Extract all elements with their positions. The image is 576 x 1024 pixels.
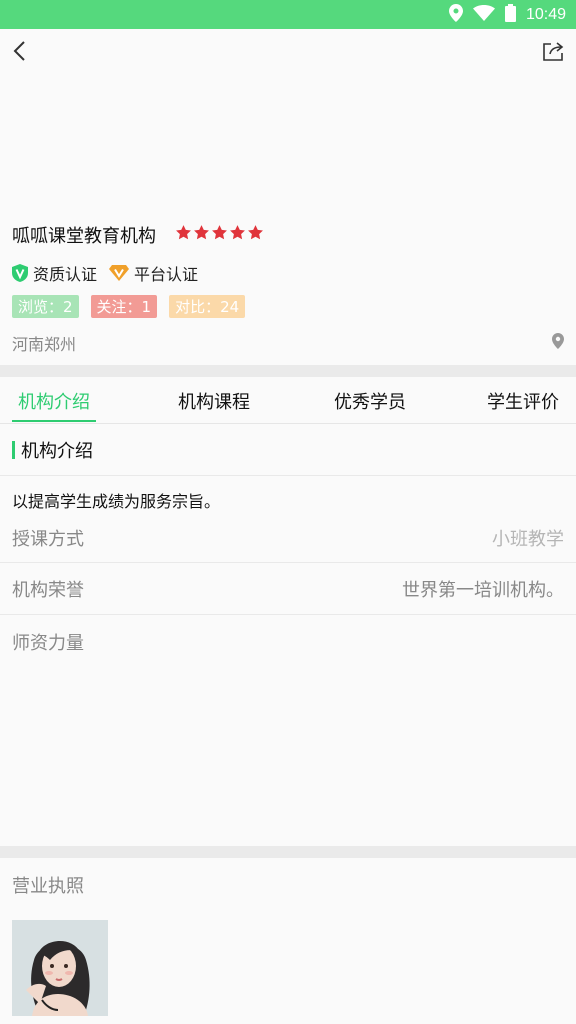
tab-bar: 机构介绍 机构课程 优秀学员 学生评价 xyxy=(0,378,576,424)
divider xyxy=(0,475,576,476)
battery-icon xyxy=(504,3,516,26)
status-icons: 10:49 xyxy=(448,0,566,29)
tab-students[interactable]: 优秀学员 xyxy=(314,378,426,424)
tab-reviews[interactable]: 学生评价 xyxy=(470,378,576,424)
section-accent-bar xyxy=(12,441,15,459)
star-icon xyxy=(230,225,245,240)
star-icon xyxy=(176,225,191,240)
teaching-method-label: 授课方式 xyxy=(12,529,84,550)
section-divider xyxy=(0,365,576,377)
cert-qualification: 资质认证 xyxy=(12,261,97,285)
org-name: 呱呱课堂教育机构 xyxy=(12,226,156,247)
active-tab-indicator xyxy=(12,420,96,422)
shield-v-icon xyxy=(12,264,28,282)
chevron-left-icon xyxy=(13,41,25,61)
divider xyxy=(0,614,576,615)
section-divider xyxy=(0,846,576,858)
license-image[interactable] xyxy=(12,920,108,1016)
tab-intro[interactable]: 机构介绍 xyxy=(0,378,108,424)
views-badge: 浏览：2 xyxy=(12,295,79,318)
compare-badge[interactable]: 对比：24 xyxy=(169,295,246,318)
cert-qualification-label: 资质认证 xyxy=(33,265,98,284)
diamond-v-icon xyxy=(109,265,130,281)
faculty-label: 师资力量 xyxy=(12,633,84,654)
share-icon xyxy=(543,42,564,61)
license-title: 营业执照 xyxy=(12,876,84,897)
map-pin-icon[interactable] xyxy=(552,333,564,353)
stats-row: 浏览：2 关注：1 对比：24 xyxy=(12,295,246,318)
status-bar: 10:49 xyxy=(0,0,576,29)
wifi-icon xyxy=(472,4,495,25)
share-button[interactable] xyxy=(540,38,566,64)
cert-platform-label: 平台认证 xyxy=(134,265,199,284)
back-button[interactable] xyxy=(6,36,32,66)
cert-platform: 平台认证 xyxy=(109,261,198,285)
teaching-method-value: 小班教学 xyxy=(492,529,564,550)
star-icon xyxy=(248,225,263,240)
star-icon xyxy=(212,225,227,240)
section-title: 机构介绍 xyxy=(21,441,93,462)
star-rating xyxy=(175,224,264,241)
follow-badge[interactable]: 关注：1 xyxy=(90,295,158,318)
honors-label: 机构荣誉 xyxy=(12,580,84,601)
location-text: 河南郑州 xyxy=(12,335,77,354)
honors-value: 世界第一培训机构。 xyxy=(402,580,564,601)
status-time: 10:49 xyxy=(525,5,566,23)
divider xyxy=(0,562,576,563)
tab-courses[interactable]: 机构课程 xyxy=(158,378,270,424)
section-header: 机构介绍 xyxy=(12,438,93,462)
star-icon xyxy=(194,225,209,240)
intro-description: 以提高学生成绩为服务宗旨。 xyxy=(12,492,221,511)
cert-row: 资质认证 平台认证 xyxy=(12,261,210,285)
location-pin-icon xyxy=(448,3,463,26)
license-photo xyxy=(12,920,108,1016)
